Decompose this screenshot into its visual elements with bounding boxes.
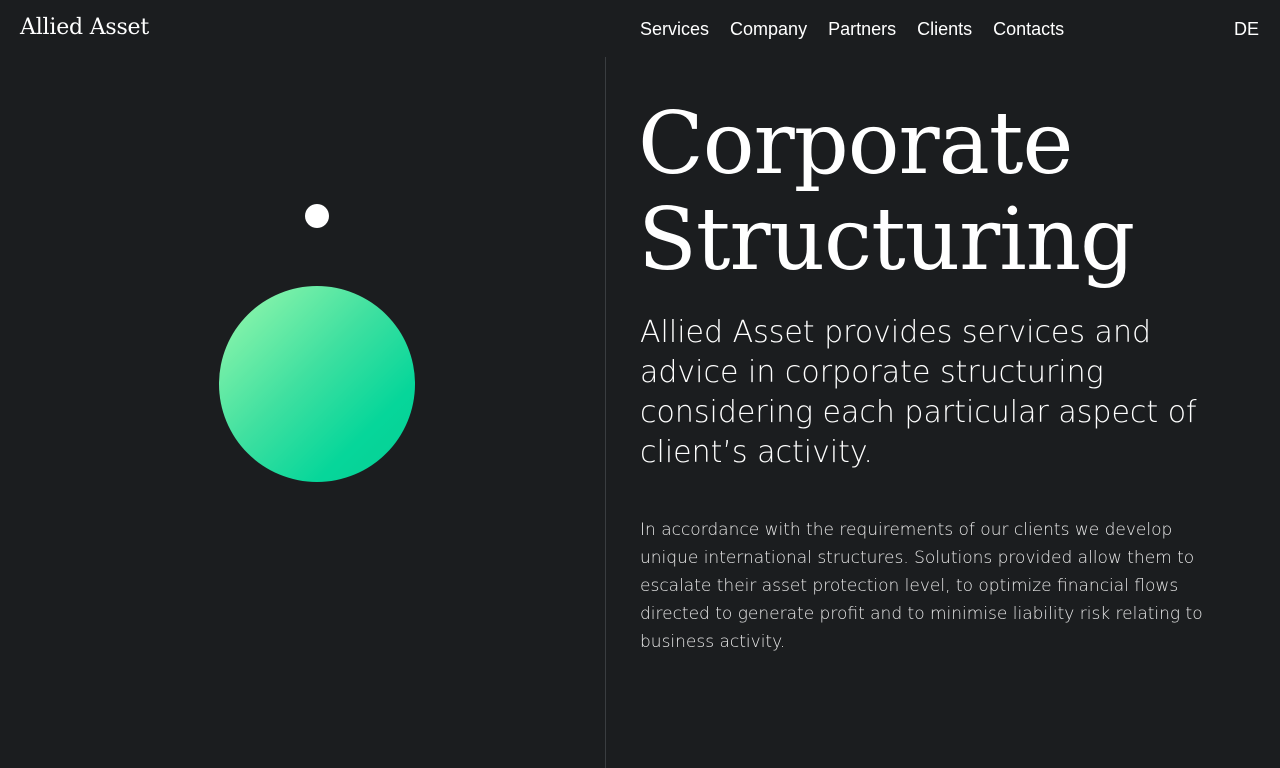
small-dot-graphic <box>305 204 329 228</box>
language-switch[interactable]: DE <box>1234 19 1259 40</box>
lead-paragraph: Allied Asset provides services and advic… <box>640 315 1197 470</box>
nav-item-contacts[interactable]: Contacts <box>993 19 1064 40</box>
nav-item-clients[interactable]: Clients <box>917 19 972 40</box>
column-divider <box>605 57 606 768</box>
page-title-line-2: Structuring <box>638 190 1135 290</box>
main-nav: Services Company Partners Clients Contac… <box>640 19 1085 40</box>
site-logo[interactable]: Allied Asset <box>20 15 149 40</box>
nav-item-partners[interactable]: Partners <box>828 19 896 40</box>
nav-item-services[interactable]: Services <box>640 19 709 40</box>
page-title: Corporate Structuring <box>638 94 1135 290</box>
page-title-line-1: Corporate <box>638 94 1073 194</box>
nav-item-company[interactable]: Company <box>730 19 807 40</box>
gradient-orb-graphic <box>219 286 415 482</box>
body-paragraph: In accordance with the requirements of o… <box>640 520 1203 652</box>
page: Allied Asset Services Company Partners C… <box>0 0 1280 768</box>
